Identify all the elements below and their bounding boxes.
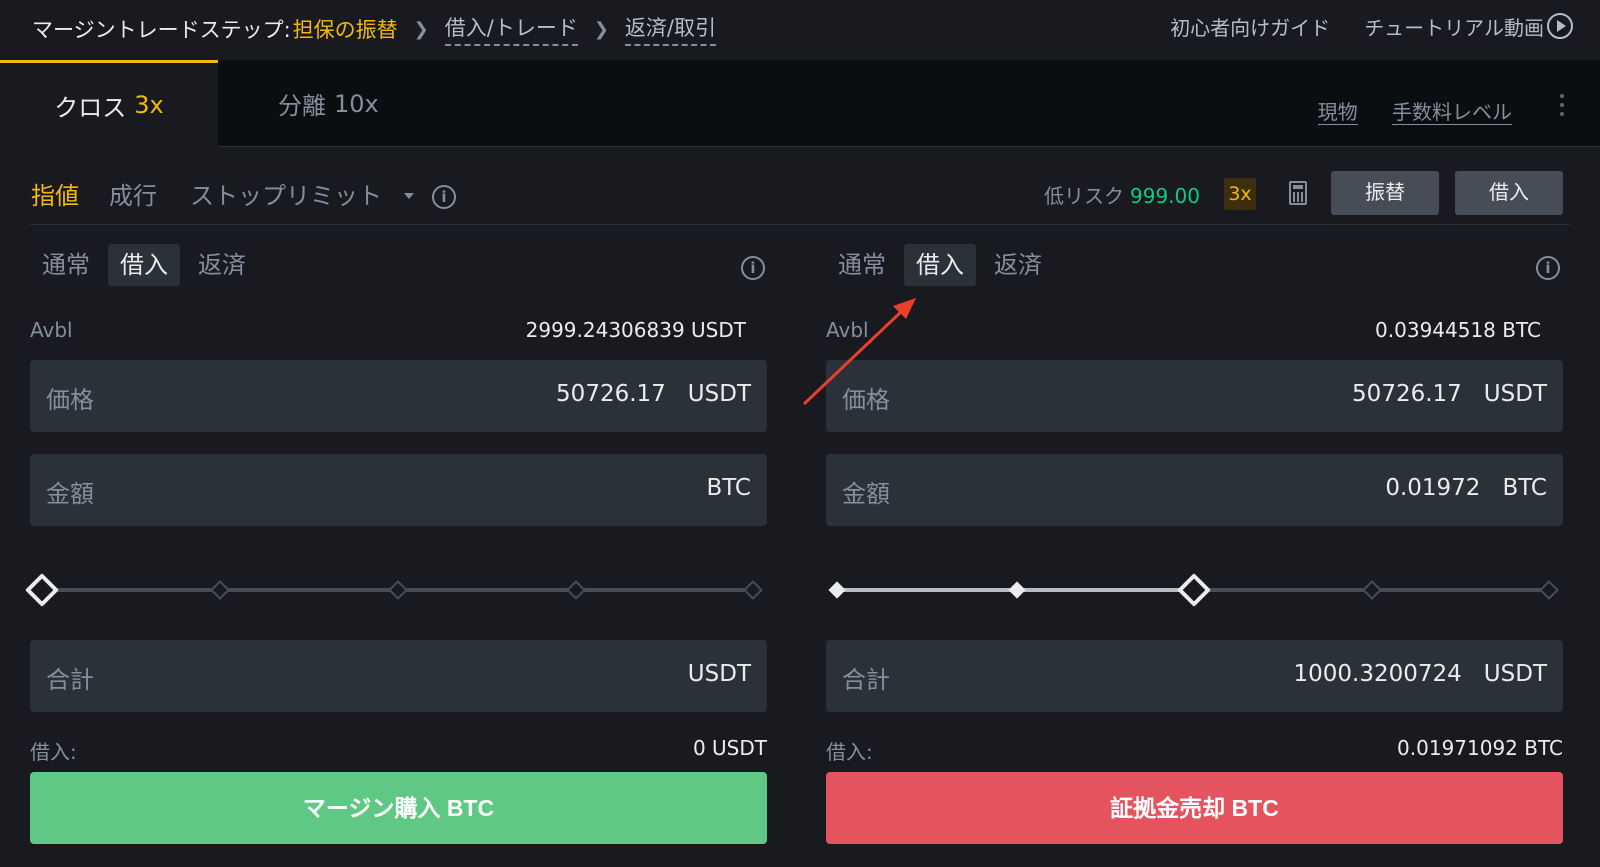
- slider-step-25[interactable]: [210, 580, 230, 600]
- buy-price-value-group: 50726.17 USDT: [556, 381, 751, 407]
- calculator-icon[interactable]: [1289, 181, 1307, 205]
- chevron-right-icon: ❯: [593, 18, 609, 40]
- sell-total-value: 1000.3200724: [1293, 661, 1462, 687]
- risk-indicator: 低リスク 999.00: [1044, 180, 1200, 209]
- sell-subtab-borrow[interactable]: 借入: [904, 244, 976, 286]
- buy-amount-value-group: BTC: [706, 475, 751, 501]
- slider-step-75[interactable]: [566, 580, 586, 600]
- tutorial-video-link[interactable]: チュートリアル動画: [1364, 12, 1544, 41]
- borrow-button[interactable]: 借入: [1455, 171, 1563, 215]
- buy-price-value: 50726.17: [556, 381, 666, 407]
- buy-amount-slider[interactable]: [25, 573, 767, 607]
- tab-cross-label: クロス: [54, 93, 127, 122]
- sell-borrow-value: 0.01971092 BTC: [1397, 736, 1563, 760]
- info-icon[interactable]: i: [741, 256, 765, 280]
- slider-step-0[interactable]: [828, 581, 846, 599]
- divider: [30, 224, 1570, 225]
- risk-label: 低リスク: [1044, 184, 1124, 208]
- spot-link[interactable]: 現物: [1317, 100, 1358, 125]
- sell-total-unit: USDT: [1483, 661, 1547, 687]
- beginner-guide-link[interactable]: 初心者向けガイド: [1170, 12, 1330, 41]
- slider-step-100[interactable]: [1539, 580, 1559, 600]
- sell-price-unit: USDT: [1483, 381, 1547, 407]
- sell-amount-value: 0.01972: [1385, 475, 1481, 501]
- tab-isolated-label: 分離: [278, 92, 326, 120]
- leverage-badge[interactable]: 3x: [1224, 178, 1256, 210]
- buy-total-value-group: USDT: [688, 661, 751, 687]
- buy-price-unit: USDT: [687, 381, 751, 407]
- buy-borrow-label: 借入:: [30, 740, 77, 764]
- caret-down-icon[interactable]: [404, 193, 414, 199]
- sell-total-label: 合計: [842, 666, 890, 694]
- buy-subtab-borrow[interactable]: 借入: [108, 244, 180, 286]
- sell-price-value-group: 50726.17 USDT: [1352, 381, 1547, 407]
- buy-price-label: 価格: [46, 386, 94, 414]
- sell-amount-unit: BTC: [1502, 475, 1547, 501]
- sell-amount-label: 金額: [842, 480, 890, 508]
- buy-price-input[interactable]: 価格 50726.17 USDT: [30, 360, 767, 432]
- sell-avbl-label: Avbl: [826, 318, 869, 342]
- mode-links: 現物 手数料レベル: [1290, 96, 1512, 125]
- buy-total-label: 合計: [46, 666, 94, 694]
- sell-price-label: 価格: [842, 386, 890, 414]
- slider-step-25[interactable]: [1008, 581, 1026, 599]
- breadcrumb: マージントレードステップ: 担保の振替 ❯ 借入/トレード ❯ 返済/取引: [32, 12, 716, 46]
- margin-sell-button[interactable]: 証拠金売却 BTC: [826, 772, 1563, 844]
- margin-mode-bar: クロス 3x 分離 10x 現物 手数料レベル: [0, 60, 1600, 147]
- slider-step-50[interactable]: [388, 580, 408, 600]
- sell-total-input[interactable]: 合計 1000.3200724 USDT: [826, 640, 1563, 712]
- sell-amount-value-group: 0.01972 BTC: [1385, 475, 1547, 501]
- order-type-market[interactable]: 成行: [109, 176, 157, 211]
- breadcrumb-step-active[interactable]: 担保の振替: [293, 14, 398, 44]
- sell-amount-slider[interactable]: [826, 573, 1563, 607]
- info-icon[interactable]: i: [1536, 256, 1560, 280]
- sell-amount-input[interactable]: 金額 0.01972 BTC: [826, 454, 1563, 526]
- info-icon[interactable]: i: [432, 185, 456, 209]
- order-type-limit[interactable]: 指値: [31, 176, 79, 211]
- buy-subtab-normal[interactable]: 通常: [30, 244, 102, 286]
- fee-level-link[interactable]: 手数料レベル: [1392, 100, 1512, 125]
- sell-price-value: 50726.17: [1352, 381, 1462, 407]
- play-icon[interactable]: [1547, 13, 1573, 39]
- buy-total-unit: USDT: [687, 661, 751, 687]
- tab-cross[interactable]: クロス 3x: [0, 60, 218, 147]
- buy-total-input[interactable]: 合計 USDT: [30, 640, 767, 712]
- sell-price-input[interactable]: 価格 50726.17 USDT: [826, 360, 1563, 432]
- order-type-stop-limit[interactable]: ストップリミット: [190, 176, 382, 211]
- margin-buy-button[interactable]: マージン購入 BTC: [30, 772, 767, 844]
- tab-isolated-leverage: 10x: [334, 89, 379, 118]
- sell-total-value-group: 1000.3200724 USDT: [1294, 661, 1547, 687]
- risk-value: 999.00: [1130, 184, 1200, 208]
- more-options-icon[interactable]: [1560, 94, 1564, 120]
- sell-subtab-repay[interactable]: 返済: [982, 244, 1054, 286]
- breadcrumb-prefix: マージントレードステップ:: [32, 18, 291, 42]
- breadcrumb-step-borrow-trade[interactable]: 借入/トレード: [444, 12, 578, 46]
- top-bar: マージントレードステップ: 担保の振替 ❯ 借入/トレード ❯ 返済/取引 初心…: [0, 0, 1600, 60]
- buy-subtab-repay[interactable]: 返済: [186, 244, 258, 286]
- chevron-right-icon: ❯: [413, 18, 429, 40]
- slider-handle[interactable]: [25, 573, 59, 607]
- buy-avbl-value: 2999.24306839 USDT: [525, 318, 746, 342]
- tab-cross-leverage: 3x: [134, 91, 164, 119]
- buy-avbl-label: Avbl: [30, 318, 73, 342]
- buy-borrow-value: 0 USDT: [692, 736, 767, 760]
- buy-amount-unit: BTC: [706, 475, 751, 501]
- slider-step-75[interactable]: [1362, 580, 1382, 600]
- breadcrumb-step-repay[interactable]: 返済/取引: [624, 12, 716, 46]
- transfer-button[interactable]: 振替: [1331, 171, 1439, 215]
- sell-subtab-normal[interactable]: 通常: [826, 244, 898, 286]
- header-links: 初心者向けガイド チュートリアル動画: [1170, 12, 1544, 41]
- sell-borrow-label: 借入:: [826, 740, 873, 764]
- slider-handle[interactable]: [1177, 573, 1211, 607]
- buy-amount-label: 金額: [46, 480, 94, 508]
- buy-amount-input[interactable]: 金額 BTC: [30, 454, 767, 526]
- sell-avbl-value: 0.03944518 BTC: [1375, 318, 1541, 342]
- slider-step-100[interactable]: [743, 580, 763, 600]
- tab-isolated[interactable]: 分離 10x: [278, 60, 379, 147]
- annotation-arrow-head: [893, 298, 916, 319]
